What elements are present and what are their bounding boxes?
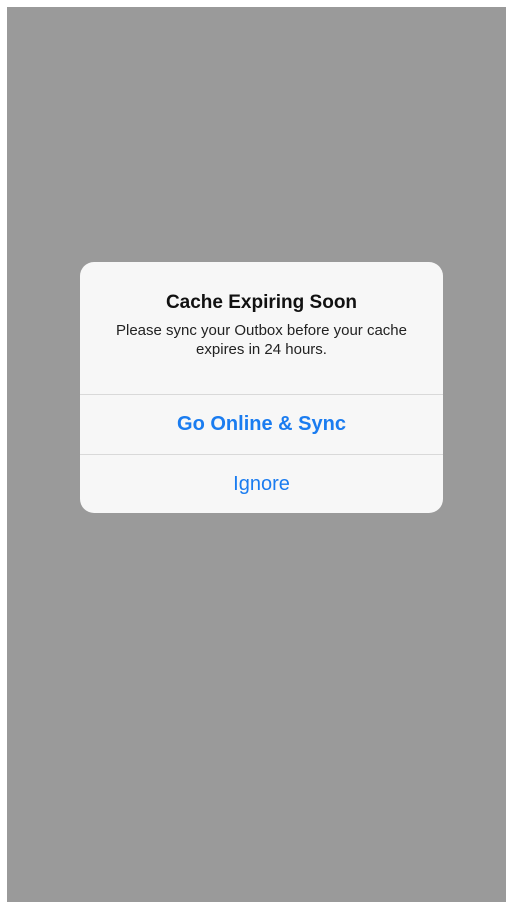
alert-dialog: Cache Expiring Soon Please sync your Out… [80, 262, 443, 513]
alert-title: Cache Expiring Soon [165, 292, 358, 313]
go-online-sync-button[interactable]: Go Online & Sync [80, 394, 443, 454]
ignore-button[interactable]: Ignore [80, 454, 443, 513]
screen-backdrop: Cache Expiring Soon Please sync your Out… [7, 7, 506, 902]
alert-content: Cache Expiring Soon Please sync your Out… [80, 262, 443, 394]
alert-message: Please sync your Outbox before your cach… [116, 322, 407, 358]
